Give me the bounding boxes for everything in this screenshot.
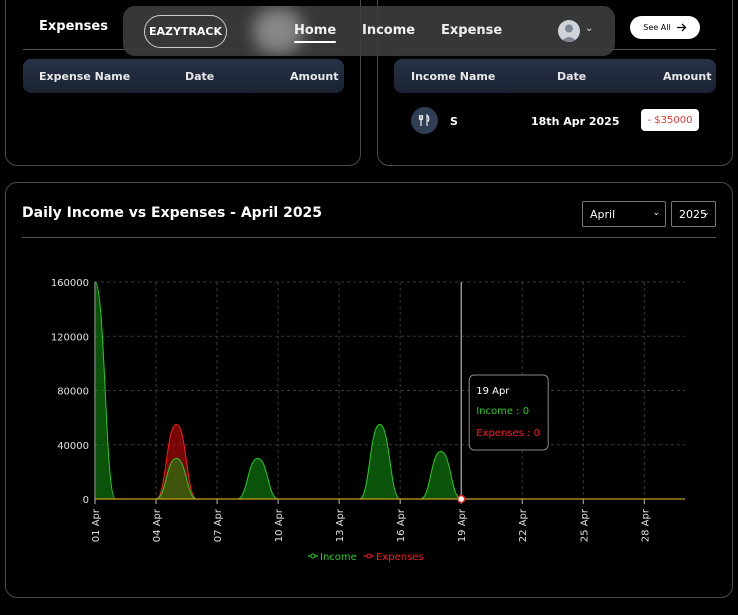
column-date: Date <box>185 70 215 83</box>
y-tick-label: 160000 <box>51 278 89 289</box>
y-tick-label: 120000 <box>51 332 89 343</box>
see-all-label: See All <box>643 23 671 32</box>
x-tick-label: 04 Apr <box>152 508 163 542</box>
arrow-right-icon <box>676 23 687 32</box>
hover-point <box>456 494 466 504</box>
x-tick-label: 16 Apr <box>396 508 407 542</box>
x-tick-label: 25 Apr <box>579 508 590 542</box>
column-date: Date <box>557 70 587 83</box>
x-tick-label: 28 Apr <box>640 508 651 542</box>
income-table-header: Income Name Date Amount <box>394 59 716 93</box>
column-amount: Amount <box>663 70 712 83</box>
legend-marker-dot <box>310 553 316 559</box>
chart-panel: Daily Income vs Expenses - April 2025 Ap… <box>5 182 733 598</box>
see-all-button[interactable]: See All <box>630 16 700 39</box>
column-amount: Amount <box>290 70 339 83</box>
avatar[interactable] <box>558 20 580 42</box>
column-expense-name: Expense Name <box>39 70 131 83</box>
y-tick-label: 0 <box>83 495 89 506</box>
brand-logo[interactable]: EAZYTRACK <box>144 15 227 48</box>
row-name: S <box>450 115 458 128</box>
legend-label: Expenses <box>376 552 424 563</box>
tooltip-income: Income : 0 <box>476 406 529 417</box>
x-tick-label: 10 Apr <box>274 508 285 542</box>
x-tick-label: 13 Apr <box>335 508 346 542</box>
nav-home[interactable]: Home <box>294 23 337 43</box>
expenses-table-header: Expense Name Date Amount <box>23 59 344 93</box>
nav-income[interactable]: Income <box>362 23 415 38</box>
nav-expense[interactable]: Expense <box>441 23 502 38</box>
amount-badge: - $35000 <box>641 109 699 131</box>
legend-marker-dot <box>366 553 372 559</box>
x-tick-label: 07 Apr <box>213 508 224 542</box>
tooltip-expenses: Expenses : 0 <box>476 428 540 439</box>
tooltip-date: 19 Apr <box>476 386 510 397</box>
x-tick-label: 01 Apr <box>91 508 102 542</box>
y-tick-label: 40000 <box>57 441 89 452</box>
fork-knife-icon <box>411 107 438 134</box>
income-expenses-chart: 0 40000 80000 120000 160000 01 Apr 04 Apr 07 Ap… <box>51 278 685 563</box>
legend-label: Income <box>320 552 357 563</box>
table-row[interactable]: S 18th Apr 2025 - $35000 <box>394 105 716 137</box>
chevron-down-icon[interactable]: ⌄ <box>585 23 593 34</box>
x-tick-label: 22 Apr <box>518 508 529 542</box>
x-tick-label: 19 Apr <box>457 508 468 542</box>
expenses-title: Expenses <box>39 19 108 34</box>
column-income-name: Income Name <box>411 70 496 83</box>
user-icon <box>561 24 577 42</box>
row-date: 18th Apr 2025 <box>531 115 620 128</box>
y-tick-label: 80000 <box>57 387 89 398</box>
navbar: EAZYTRACK Home Income Expense ⌄ <box>123 6 615 56</box>
